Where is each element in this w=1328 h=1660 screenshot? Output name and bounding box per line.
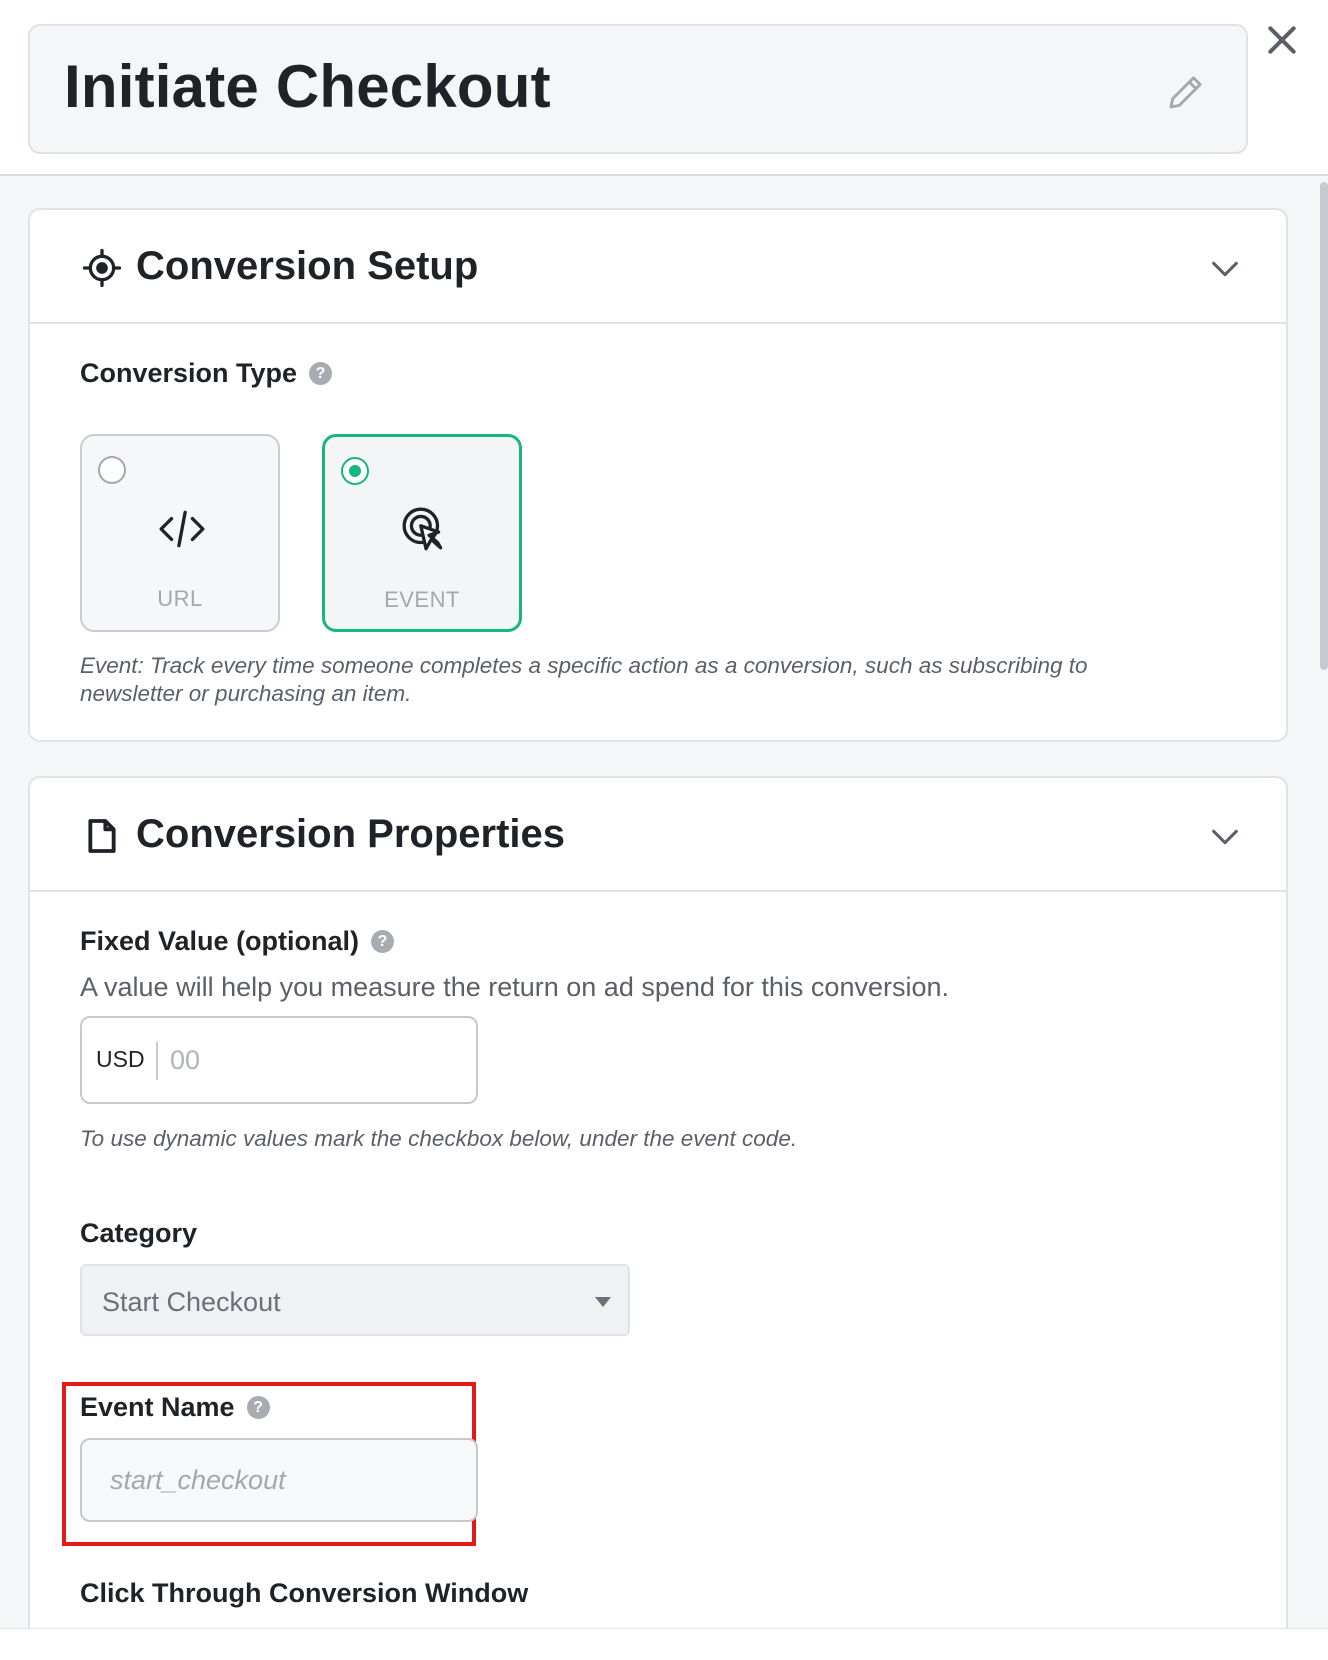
- category-selected-value: Start Checkout: [102, 1287, 281, 1317]
- click-through-label-wrap: Click Through Conversion Window: [80, 1578, 528, 1609]
- help-icon[interactable]: ?: [246, 1396, 270, 1419]
- conversion-setup-card: Conversion Setup Conversion Type ? URL E…: [28, 208, 1288, 742]
- pencil-icon[interactable]: [1166, 72, 1206, 112]
- help-icon[interactable]: ?: [309, 362, 333, 385]
- conversion-setup-header[interactable]: Conversion Setup: [30, 210, 1286, 324]
- conversion-type-description: Event: Track every time someone complete…: [80, 653, 1088, 706]
- fixed-value-label: Fixed Value (optional): [80, 926, 360, 956]
- crosshair-icon: [82, 248, 122, 288]
- conversion-properties-title: Conversion Properties: [136, 812, 566, 856]
- fixed-value-hint: A value will help you measure the return…: [80, 972, 949, 1002]
- help-icon[interactable]: ?: [371, 930, 395, 953]
- close-icon[interactable]: [1262, 20, 1302, 60]
- event-name-label-wrap: Event Name ?: [80, 1392, 270, 1423]
- event-name-label: Event Name: [80, 1392, 235, 1422]
- conversion-type-event-option[interactable]: EVENT: [322, 434, 522, 632]
- chevron-down-icon[interactable]: [1208, 252, 1242, 286]
- fixed-value-input[interactable]: [170, 1034, 460, 1086]
- fixed-value-label-wrap: Fixed Value (optional) ?: [80, 926, 395, 957]
- conversion-properties-card: Conversion Properties Fixed Value (optio…: [28, 776, 1288, 1628]
- caret-down-icon: [595, 1297, 611, 1307]
- title-box[interactable]: Initiate Checkout: [28, 24, 1248, 154]
- chevron-down-icon[interactable]: [1208, 820, 1242, 854]
- conversion-type-label-wrap: Conversion Type ?: [80, 358, 333, 389]
- scrollbar[interactable]: [1320, 182, 1328, 670]
- event-name-input[interactable]: [80, 1438, 478, 1522]
- code-icon: [159, 510, 205, 548]
- conversion-type-label: Conversion Type: [80, 358, 298, 388]
- conversion-setup-title: Conversion Setup: [136, 244, 479, 288]
- category-label-wrap: Category: [80, 1218, 197, 1249]
- dynamic-value-hint: To use dynamic values mark the checkbox …: [80, 1126, 798, 1151]
- currency-label: USD: [96, 1046, 145, 1072]
- event-radio[interactable]: [341, 457, 369, 485]
- conversion-properties-header[interactable]: Conversion Properties: [30, 778, 1286, 892]
- url-option-label: URL: [157, 586, 203, 611]
- category-label: Category: [80, 1218, 198, 1248]
- panel-header: Initiate Checkout: [0, 0, 1328, 176]
- category-select[interactable]: Start Checkout: [80, 1264, 630, 1336]
- conversion-type-url-option[interactable]: URL: [80, 434, 280, 632]
- page-title: Initiate Checkout: [64, 53, 551, 120]
- tap-cursor-icon: [402, 507, 443, 551]
- currency-divider: [156, 1042, 158, 1080]
- document-icon: [88, 819, 116, 853]
- conversion-edit-panel: Initiate Checkout Conversion Setup Conve…: [0, 0, 1328, 1660]
- url-radio[interactable]: [98, 456, 126, 484]
- panel-footer: [0, 1628, 1328, 1660]
- click-through-label: Click Through Conversion Window: [80, 1578, 529, 1608]
- fixed-value-field[interactable]: USD: [80, 1016, 478, 1104]
- panel-content: Conversion Setup Conversion Type ? URL E…: [0, 176, 1328, 1628]
- event-option-label: EVENT: [384, 587, 460, 612]
